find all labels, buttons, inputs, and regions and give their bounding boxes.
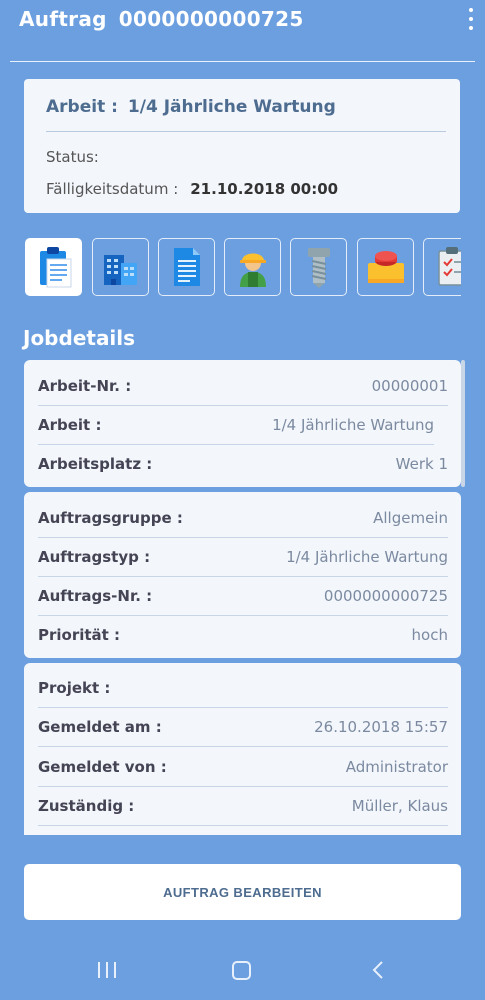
page-title-label: Auftrag — [19, 7, 107, 31]
clipboard-list-icon — [39, 247, 71, 288]
detail-value: Allgemein — [373, 509, 448, 527]
status-label: Status: — [46, 148, 99, 166]
detail-label: Zuständig : — [38, 797, 135, 815]
summary-arbeit-value: 1/4 Jährliche Wartung — [127, 97, 336, 117]
detail-label: Gemeldet am : — [38, 718, 162, 736]
system-nav-bar — [0, 940, 485, 1000]
summary-title: Arbeit : 1/4 Jährliche Wartung — [46, 97, 336, 117]
more-vert-icon[interactable] — [465, 8, 477, 30]
detail-row-arbeit: Arbeit : 1/4 Jährliche Wartung — [38, 405, 434, 445]
detail-row-zustaendig: Zuständig : Müller, Klaus — [38, 786, 448, 826]
tab-emergency-button[interactable] — [357, 238, 414, 296]
screw-icon — [307, 248, 330, 288]
checklist-icon — [437, 247, 461, 286]
detail-label: Projekt : — [38, 679, 111, 697]
tab-building[interactable] — [92, 238, 149, 296]
detail-value: Müller, Klaus — [351, 797, 448, 815]
document-icon — [173, 248, 200, 286]
detail-row-arbeitsplatz: Arbeitsplatz : Werk 1 — [38, 444, 448, 484]
detail-value: 00000001 — [371, 377, 448, 395]
tab-worker[interactable] — [224, 238, 281, 296]
detail-label: Auftrags-Nr. : — [38, 587, 153, 605]
tab-checklist[interactable] — [423, 238, 461, 296]
home-icon[interactable] — [232, 961, 251, 980]
back-icon[interactable] — [370, 960, 386, 980]
due-date-label: Fälligkeitsdatum : — [46, 180, 179, 198]
app-bar: Auftrag 0000000000725 — [10, 0, 475, 62]
worker-icon — [239, 253, 266, 287]
tab-document[interactable] — [158, 238, 215, 296]
tab-screw[interactable] — [290, 238, 347, 296]
detail-row-arbeit-nr: Arbeit-Nr. : 00000001 — [38, 366, 448, 406]
detail-label: Arbeit-Nr. : — [38, 377, 132, 395]
edit-order-button[interactable]: AUFTRAG BEARBEITEN — [24, 864, 461, 920]
detail-row-prioritaet: Priorität : hoch — [38, 615, 448, 655]
order-number: 0000000000725 — [118, 7, 304, 31]
detail-row-auftrags-nr: Auftrags-Nr. : 0000000000725 — [38, 576, 448, 616]
summary-card: Arbeit : 1/4 Jährliche Wartung Status: Fä… — [24, 79, 460, 213]
due-date-row: Fälligkeitsdatum : 21.10.2018 00:00 — [46, 180, 338, 198]
detail-value: hoch — [411, 626, 448, 644]
recent-apps-icon[interactable] — [97, 962, 119, 978]
detail-label: Arbeit : — [38, 416, 102, 434]
job-details-card-1: Arbeit-Nr. : 00000001 Arbeit : 1/4 Jährl… — [24, 360, 465, 487]
detail-label: Arbeitsplatz : — [38, 455, 153, 473]
detail-row-gemeldet-am: Gemeldet am : 26.10.2018 15:57 — [38, 707, 448, 747]
section-title: Jobdetails — [23, 326, 136, 350]
summary-arbeit-label: Arbeit : — [46, 97, 118, 117]
detail-value: Werk 1 — [395, 455, 448, 473]
job-details-card-2: Auftragsgruppe : Allgemein Auftragstyp :… — [24, 492, 461, 658]
building-icon — [103, 255, 137, 285]
emergency-button-icon — [367, 251, 404, 283]
detail-label: Auftragstyp : — [38, 548, 151, 566]
scrollbar[interactable] — [461, 360, 465, 487]
detail-label: Gemeldet von : — [38, 758, 167, 776]
detail-row-auftragsgruppe: Auftragsgruppe : Allgemein — [38, 498, 448, 538]
icon-tab-bar — [25, 238, 461, 298]
detail-label: Priorität : — [38, 626, 121, 644]
due-date-value: 21.10.2018 00:00 — [190, 180, 339, 198]
divider — [46, 131, 446, 132]
detail-value: 1/4 Jährliche Wartung — [286, 548, 448, 566]
detail-row-gemeldet-von: Gemeldet von : Administrator — [38, 747, 448, 787]
tab-clipboard-list[interactable] — [25, 238, 82, 296]
job-details-card-3: Projekt : Gemeldet am : 26.10.2018 15:57… — [24, 663, 461, 835]
detail-label: Auftragsgruppe : — [38, 509, 183, 527]
page-title: Auftrag 0000000000725 — [19, 7, 304, 31]
detail-row-projekt: Projekt : — [38, 668, 448, 708]
detail-value: Administrator — [345, 758, 448, 776]
detail-value: 26.10.2018 15:57 — [314, 718, 448, 736]
detail-row-auftragstyp: Auftragstyp : 1/4 Jährliche Wartung — [38, 537, 448, 577]
detail-value: 0000000000725 — [323, 587, 448, 605]
detail-value: 1/4 Jährliche Wartung — [272, 416, 434, 434]
